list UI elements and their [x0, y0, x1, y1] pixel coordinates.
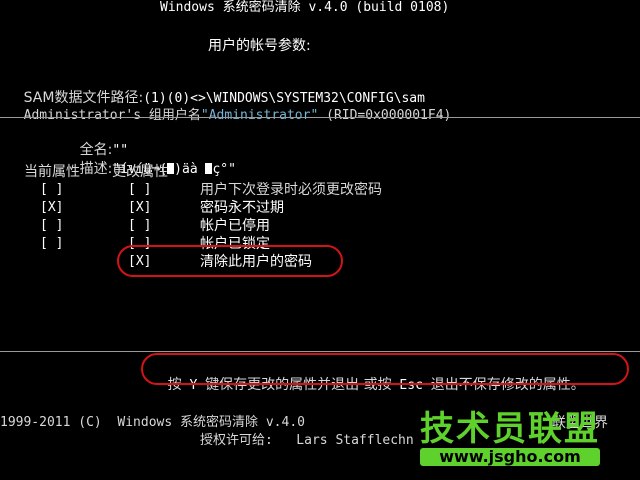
watermark-url: www.jsgho.com: [420, 448, 600, 466]
params-heading: 用户的帐号参数:: [208, 38, 311, 54]
top-divider: [0, 117, 640, 118]
attr-0-label: 用户下次登录时必须更改密码: [200, 182, 382, 198]
license-line: 授权许可给: Lars Stafflechn: [200, 433, 414, 448]
attr-2-label: 帐户已停用: [200, 218, 270, 234]
description-label: 描述:: [79, 161, 113, 177]
attr-1-change-checkbox[interactable]: [X]: [128, 200, 151, 216]
attr-3-current: [ ]: [40, 236, 64, 251]
group-prefix: Administrator's 组用户名: [23, 108, 201, 123]
attr-2-change-checkbox[interactable]: [ ]: [128, 218, 151, 234]
group-line: Administrator's 组用户名"Administrator" (RID…: [8, 92, 452, 124]
header-change-attributes: 更改属性: [112, 164, 168, 180]
attr-0-current: [ ]: [40, 182, 64, 197]
annotation-oval-clear-password: [117, 245, 343, 277]
window-title: Windows 系统密码清除 v.4.0 (build 0108): [160, 0, 450, 15]
watermark-brand: 技术员联盟: [420, 409, 600, 449]
attr-1-current: [X]: [40, 200, 64, 215]
group-rid: (RID=0x000001F4): [318, 108, 452, 123]
copyright: 1999-2011 (C) Windows 系统密码清除 v.4.0: [0, 415, 305, 430]
bottom-divider: [0, 351, 640, 352]
watermark-logo: 技术员联盟 www.jsgho.com: [420, 410, 600, 466]
group-username: "Administrator": [200, 108, 319, 123]
annotation-oval-footer-help: [141, 353, 629, 385]
attr-2-current: [ ]: [40, 218, 64, 233]
attr-0-change-checkbox[interactable]: [ ]: [128, 182, 151, 198]
header-current-attributes: 当前属性: [24, 164, 80, 180]
attr-1-label: 密码永不过期: [200, 200, 284, 216]
description-value-tail: ç°": [212, 162, 236, 177]
description-value-end: )äà: [174, 162, 198, 177]
